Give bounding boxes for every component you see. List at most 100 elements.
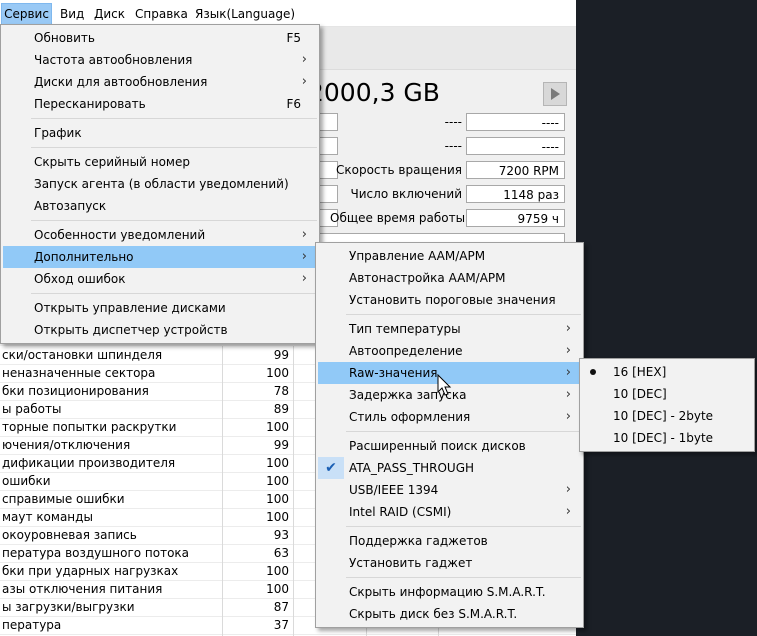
menu-item-notifications[interactable]: Особенности уведомлений › [3,224,317,246]
menu-item-hide-serial[interactable]: Скрыть серийный номер [3,151,317,173]
checkmark-icon: ✔ [318,457,344,479]
attribute-value-cell: 89 [273,402,289,416]
menu-item-theme[interactable]: Стиль оформления › [318,406,581,428]
advanced-submenu: Управление AAM/APM Автонастройка AAM/APM… [315,242,584,628]
menu-bar: Сервис Вид Диск Справка Язык(Language) [0,0,576,27]
attribute-name-cell: неназначенные сектора [2,366,156,380]
attribute-value-cell: 100 [266,366,289,380]
chevron-right-icon: › [565,504,571,519]
chevron-right-icon: › [565,343,571,358]
menu-item-refresh-rate[interactable]: Частота автообновления › [3,49,317,71]
attribute-name-cell: справимые ошибки [2,492,125,506]
menu-help[interactable]: Справка [135,4,188,24]
attribute-value-cell: 100 [266,510,289,524]
info-field [318,113,338,131]
menu-separator [346,314,581,315]
chevron-right-icon: › [301,271,307,286]
info-label-1: ---- [444,115,462,129]
attribute-value-cell: 100 [266,474,289,488]
chevron-right-icon: › [565,321,571,336]
attribute-value-cell: 99 [273,348,289,362]
menu-item-usb-ieee1394[interactable]: USB/IEEE 1394 › [318,479,581,501]
info-value-2: ---- [466,137,565,155]
power-hours-value: 9759 ч [466,209,565,227]
menu-item-extended-search[interactable]: Расширенный поиск дисков [318,435,581,457]
chevron-right-icon: › [565,482,571,497]
attribute-value-cell: 37 [273,618,289,632]
attribute-value-cell: 100 [266,456,289,470]
attribute-name-cell: азы отключения питания [2,582,163,596]
menu-item-error-workaround[interactable]: Обход ошибок › [3,268,317,290]
menu-item-advanced[interactable]: Дополнительно › [3,246,317,268]
menu-separator [31,118,317,119]
attribute-name-cell: дификации производителя [2,456,176,470]
menu-view[interactable]: Вид [60,4,84,24]
menu-item-raw-dec10-1byte[interactable]: 10 [DEC] - 1byte [582,427,752,449]
menu-service[interactable]: Сервис [1,3,52,25]
menu-separator [31,220,317,221]
power-count-label: Число включений [350,187,462,201]
menu-item-install-gadget[interactable]: Установить гаджет [318,552,581,574]
menu-item-autodetect[interactable]: Автоопределение › [318,340,581,362]
menu-separator [31,293,317,294]
menu-item-hide-smart[interactable]: Скрыть информацию S.M.A.R.T. [318,581,581,603]
menu-item-hide-no-smart[interactable]: Скрыть диск без S.M.A.R.T. [318,603,581,625]
attribute-value-cell: 93 [273,528,289,542]
table-column-divider [293,346,294,636]
menu-item-disk-management[interactable]: Открыть управление дисками [3,297,317,319]
menu-item-refresh[interactable]: Обновить F5 [3,27,317,49]
info-field [318,137,338,155]
attribute-name-cell: ы загрузки/выгрузки [2,600,135,614]
chevron-right-icon: › [565,365,571,380]
attribute-value-cell: 63 [273,546,289,560]
menu-item-thresholds[interactable]: Установить пороговые значения [318,289,581,311]
info-label-2: ---- [444,139,462,153]
menu-item-raw-hex16[interactable]: 16 [HEX] [582,361,752,383]
chevron-right-icon: › [565,409,571,424]
chevron-right-icon: › [301,74,307,89]
menu-item-device-manager[interactable]: Открыть диспетчер устройств [3,319,317,341]
attribute-value-cell: 100 [266,492,289,506]
menu-item-autostart[interactable]: Автозапуск [3,195,317,217]
next-disk-button[interactable] [543,82,567,106]
info-value-1: ---- [466,113,565,131]
attribute-name-cell: ошибки [2,474,51,488]
menu-separator [346,526,581,527]
menu-language[interactable]: Язык(Language) [195,4,295,24]
chevron-right-icon: › [565,387,571,402]
service-menu: Обновить F5 Частота автообновления › Диски… [0,24,320,344]
rotation-label: Скорость вращения [336,163,462,177]
table-column-divider [222,346,223,636]
menu-item-graph[interactable]: График [3,122,317,144]
attribute-value-cell: 78 [273,384,289,398]
menu-item-ata-pass-through[interactable]: ✔ ATA_PASS_THROUGH [318,457,581,479]
attribute-name-cell: ы работы [2,402,62,416]
menu-item-temperature-type[interactable]: Тип температуры › [318,318,581,340]
raw-values-submenu: 16 [HEX] 10 [DEC] 10 [DEC] - 2byte 10 [D… [579,358,755,452]
menu-disk[interactable]: Диск [94,4,125,24]
rotation-value: 7200 RPM [466,161,565,179]
power-count-value: 1148 раз [466,185,565,203]
menu-item-raw-dec10-2byte[interactable]: 10 [DEC] - 2byte [582,405,752,427]
menu-item-raw-dec10[interactable]: 10 [DEC] [582,383,752,405]
menu-item-auto-refresh-disks[interactable]: Диски для автообновления › [3,71,317,93]
chevron-right-icon: › [301,227,307,242]
attribute-name-cell: окоуровневая запись [2,528,137,542]
menu-item-gadget-support[interactable]: Поддержка гаджетов [318,530,581,552]
menu-item-intel-raid[interactable]: Intel RAID (CSMI) › [318,501,581,523]
menu-item-aam-apm[interactable]: Управление AAM/APM [318,245,581,267]
chevron-right-icon: › [301,52,307,67]
power-hours-label: Общее время работы [330,211,466,225]
attribute-name-cell: пература [2,618,62,632]
attribute-name-cell: маут команды [2,510,93,524]
disk-capacity: 2000,3 GB [308,78,440,107]
menu-item-rescan[interactable]: Пересканировать F6 [3,93,317,115]
attribute-value-cell: 100 [266,420,289,434]
chevron-right-icon: › [301,249,307,264]
menu-item-start-agent[interactable]: Запуск агента (в области уведомлений) [3,173,317,195]
mouse-cursor-icon [437,374,452,396]
attribute-value-cell: 87 [273,600,289,614]
radio-bullet-icon [590,369,596,375]
menu-item-aam-apm-auto[interactable]: Автонастройка AAM/APM [318,267,581,289]
attribute-name-cell: ючения/отключения [2,438,131,452]
